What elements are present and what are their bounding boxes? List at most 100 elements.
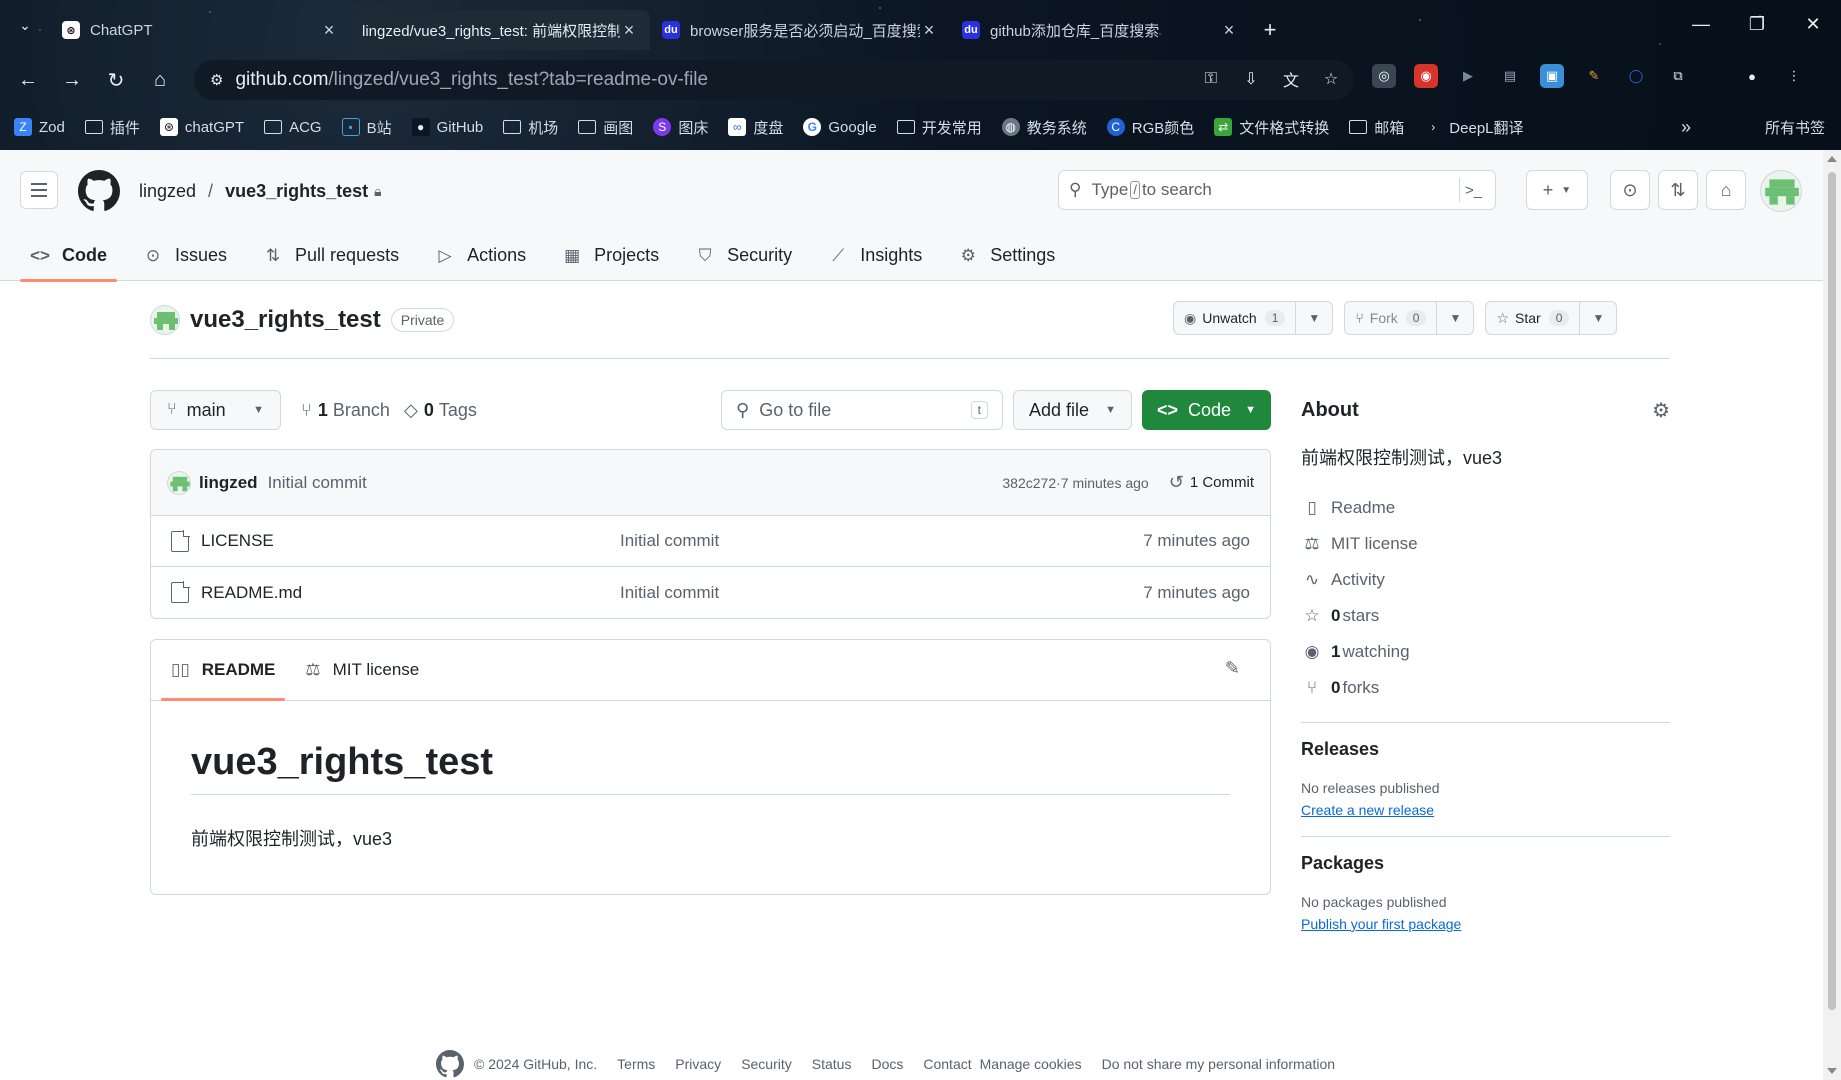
footer-link-privacy[interactable]: Privacy <box>675 1056 721 1072</box>
tab-code[interactable]: <> Code <box>20 230 117 282</box>
footer-link-docs[interactable]: Docs <box>871 1056 903 1072</box>
home-icon[interactable]: ⌂ <box>138 60 182 100</box>
tab-settings[interactable]: ⚙ Settings <box>948 230 1065 281</box>
extension-icon[interactable]: ◎ <box>1372 64 1396 88</box>
tab-readme[interactable]: ▯▯ README <box>161 640 286 701</box>
tab-insights[interactable]: ⟋ Insights <box>818 230 932 281</box>
fork-dropdown-chevron-icon[interactable]: ▼ <box>1437 302 1473 334</box>
tab-projects[interactable]: ▦ Projects <box>552 230 669 281</box>
extensions-puzzle-icon[interactable]: ⧉ <box>1666 64 1690 88</box>
branch-selector[interactable]: ⑂ main ▼ <box>150 390 281 430</box>
bookmark-chatgpt[interactable]: ⊛ chatGPT <box>159 118 244 136</box>
bookmark-draw[interactable]: 画图 <box>578 117 633 138</box>
bookmark-acg[interactable]: ACG <box>264 119 322 136</box>
extension-icon[interactable]: ◉ <box>1414 64 1438 88</box>
address-bar[interactable]: ⚙ github.com/lingzed/vue3_rights_test?ta… <box>194 60 1354 100</box>
extension-icon[interactable]: ✎ <box>1582 64 1606 88</box>
forks-link[interactable]: ⑂ 0 forks <box>1301 670 1670 706</box>
bookmark-github[interactable]: ● GitHub <box>411 118 483 136</box>
site-info-icon[interactable]: ⚙ <box>210 71 223 89</box>
scroll-down-icon[interactable] <box>1827 1068 1837 1074</box>
browser-tab-baidu-2[interactable]: du github添加仓库_百度搜索 × <box>950 10 1250 50</box>
footer-link-manage-cookies[interactable]: Manage cookies <box>980 1056 1082 1072</box>
inbox-button[interactable]: ⌂ <box>1706 170 1746 210</box>
bookmark-imagebed[interactable]: S 图床 <box>653 117 708 138</box>
tab-search-icon[interactable]: ⌄ <box>0 0 50 50</box>
page-scrollbar[interactable] <box>1823 150 1841 1080</box>
footer-link-status[interactable]: Status <box>812 1056 852 1072</box>
file-commit-message[interactable]: Initial commit <box>620 583 719 603</box>
global-menu-button[interactable] <box>20 171 58 209</box>
commit-message[interactable]: Initial commit <box>268 473 367 493</box>
bookmark-baidupan[interactable]: ∞ 度盘 <box>728 117 783 138</box>
bookmark-deepl[interactable]: › DeepL翻译 <box>1424 117 1523 138</box>
close-tab-icon[interactable]: × <box>920 20 938 41</box>
scrollbar-thumb[interactable] <box>1828 172 1836 1010</box>
create-new-button[interactable]: + ▼ <box>1526 170 1588 210</box>
branches-link[interactable]: ⑂ 1 Branch <box>301 390 390 430</box>
github-logo-icon[interactable] <box>436 1050 464 1078</box>
scroll-up-icon[interactable] <box>1827 156 1837 162</box>
browser-tab-github[interactable]: lingzed/vue3_rights_test: 前端权限控制测试 × <box>350 10 650 50</box>
bookmark-bilibili[interactable]: ▪ B站 <box>341 117 392 138</box>
commit-author-avatar[interactable] <box>167 470 191 495</box>
install-app-icon[interactable]: ⇩ <box>1240 68 1262 90</box>
breadcrumb-repo[interactable]: vue3_rights_test <box>225 181 368 202</box>
repo-name[interactable]: vue3_rights_test <box>190 306 381 334</box>
close-tab-icon[interactable]: × <box>620 20 638 41</box>
commit-sha-time[interactable]: 382c272·7 minutes ago <box>1002 475 1148 491</box>
forward-icon[interactable]: → <box>50 60 94 100</box>
extension-icon[interactable]: ▶ <box>1456 64 1480 88</box>
gear-icon[interactable]: ⚙ <box>1652 398 1670 423</box>
license-link[interactable]: ⚖ MIT license <box>1301 526 1670 562</box>
activity-link[interactable]: ∿ Activity <box>1301 562 1670 598</box>
password-key-icon[interactable]: ⚿ <box>1200 68 1222 90</box>
footer-link-terms[interactable]: Terms <box>617 1056 655 1072</box>
extension-icon[interactable]: ◯ <box>1624 64 1648 88</box>
issues-button[interactable]: ⊙ <box>1610 170 1650 210</box>
restore-icon[interactable]: ❐ <box>1729 0 1785 48</box>
releases-title[interactable]: Releases <box>1301 739 1670 760</box>
commit-count-link[interactable]: ↺ 1 Commit <box>1169 472 1254 493</box>
commit-author[interactable]: lingzed <box>199 473 258 493</box>
unwatch-button[interactable]: ◉ Unwatch 1 <box>1174 302 1297 334</box>
code-button[interactable]: <> Code ▼ <box>1142 390 1271 430</box>
command-palette-icon[interactable]: >_ <box>1459 178 1487 202</box>
file-row[interactable]: LICENSE Initial commit 7 minutes ago <box>151 516 1270 567</box>
bookmark-google[interactable]: G Google <box>803 118 877 136</box>
edit-pencil-icon[interactable]: ✎ <box>1225 658 1240 679</box>
close-tab-icon[interactable]: × <box>320 20 338 41</box>
bookmark-jiaowu[interactable]: ◍ 教务系统 <box>1001 117 1087 138</box>
browser-tab-chatgpt[interactable]: ⊛ ChatGPT × <box>50 10 350 50</box>
bookmark-zod[interactable]: Z Zod <box>14 118 65 136</box>
search-input[interactable]: ⚲ Type / to search >_ <box>1058 170 1496 210</box>
bookmark-rgb[interactable]: C RGB颜色 <box>1106 117 1194 138</box>
close-tab-icon[interactable]: × <box>1220 20 1238 41</box>
bookmark-star-icon[interactable]: ☆ <box>1320 68 1342 90</box>
new-tab-button[interactable]: + <box>1250 10 1290 50</box>
add-file-button[interactable]: Add file ▼ <box>1013 390 1132 430</box>
profile-avatar-icon[interactable]: ● <box>1740 64 1764 88</box>
all-bookmarks[interactable]: 所有书签 <box>1765 112 1825 142</box>
translate-icon[interactable]: 文 <box>1280 68 1302 90</box>
bookmark-convert[interactable]: ⇄ 文件格式转换 <box>1214 117 1329 138</box>
browser-menu-icon[interactable]: ⋮ <box>1782 64 1806 88</box>
owner-avatar[interactable] <box>150 305 180 335</box>
bookmark-airport[interactable]: 机场 <box>503 117 558 138</box>
close-window-icon[interactable]: ✕ <box>1785 0 1841 48</box>
go-to-file-input[interactable]: ⚲ Go to file t <box>721 390 1003 430</box>
file-row[interactable]: README.md Initial commit 7 minutes ago <box>151 567 1270 618</box>
publish-package-link[interactable]: Publish your first package <box>1301 916 1461 932</box>
watching-link[interactable]: ◉ 1 watching <box>1301 634 1670 670</box>
packages-title[interactable]: Packages <box>1301 853 1670 874</box>
more-bookmarks-icon[interactable]: » <box>1681 112 1691 142</box>
tab-license[interactable]: ⚖ MIT license <box>295 640 429 700</box>
fork-button[interactable]: ⑂ Fork 0 <box>1345 302 1438 334</box>
breadcrumb-owner[interactable]: lingzed <box>139 181 196 202</box>
create-release-link[interactable]: Create a new release <box>1301 802 1434 818</box>
watch-dropdown-chevron-icon[interactable]: ▼ <box>1296 302 1332 334</box>
file-commit-message[interactable]: Initial commit <box>620 531 719 551</box>
bookmark-plugins[interactable]: 插件 <box>84 117 140 138</box>
star-dropdown-chevron-icon[interactable]: ▼ <box>1580 302 1616 334</box>
minimize-icon[interactable]: — <box>1673 0 1729 48</box>
